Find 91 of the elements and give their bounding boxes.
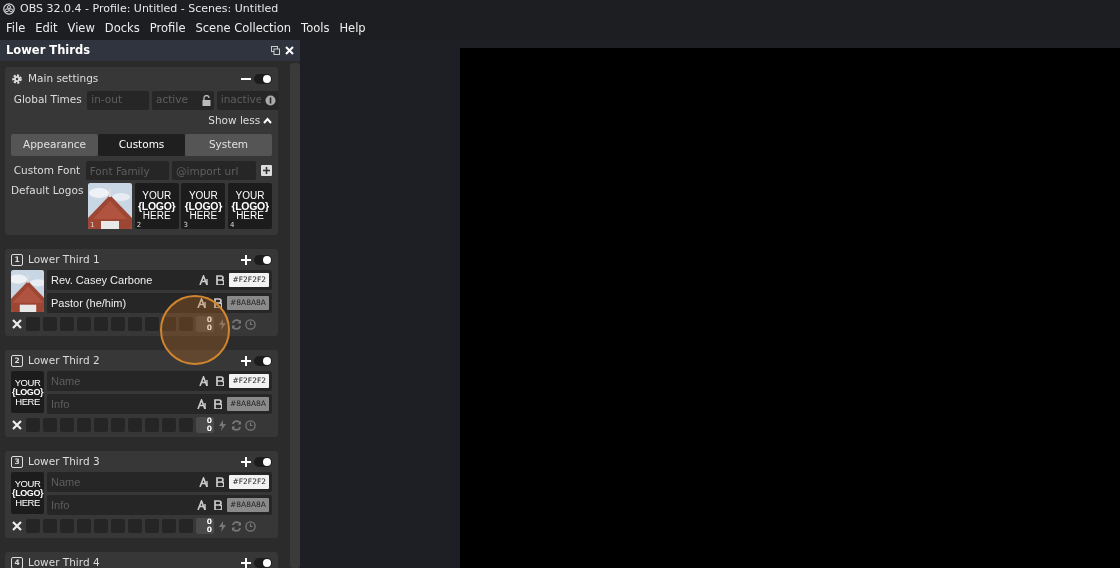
add-icon[interactable] bbox=[241, 356, 252, 366]
menu-item[interactable]: Docks bbox=[104, 20, 140, 38]
app-logo-icon bbox=[3, 3, 15, 15]
text-field[interactable]: Name bbox=[47, 473, 200, 491]
shortcut-slot[interactable] bbox=[162, 317, 176, 331]
logo-text: {LOGO} bbox=[12, 387, 44, 397]
logo-text: {LOGO} bbox=[12, 488, 44, 498]
font-icon[interactable] bbox=[199, 477, 211, 487]
section-title: Lower Third 4 bbox=[28, 555, 100, 568]
menu-item[interactable]: Edit bbox=[35, 20, 58, 38]
show-less-button[interactable]: Show less bbox=[208, 112, 272, 129]
font-icon[interactable] bbox=[197, 399, 208, 409]
delete-icon[interactable] bbox=[11, 520, 23, 532]
field-label: Global Times bbox=[12, 92, 82, 108]
tab[interactable]: Appearance bbox=[11, 133, 98, 156]
menu-item[interactable]: View bbox=[67, 20, 95, 38]
section-title: Lower Third 1 bbox=[28, 252, 100, 268]
toggle-switch[interactable] bbox=[254, 74, 272, 84]
lock-icon bbox=[202, 94, 211, 106]
menu-item[interactable]: Profile bbox=[149, 20, 186, 38]
section-title: Main settings bbox=[28, 71, 99, 87]
bold-icon[interactable] bbox=[216, 275, 225, 285]
logo-thumbnail[interactable] bbox=[11, 270, 45, 312]
logo-text: YOUR bbox=[235, 190, 265, 201]
bold-icon[interactable] bbox=[216, 477, 225, 487]
bold-icon[interactable] bbox=[214, 298, 222, 308]
text-field[interactable]: Rev. Casey Carbone bbox=[47, 271, 200, 289]
delete-icon[interactable] bbox=[11, 419, 23, 431]
chevron-up-icon bbox=[263, 116, 272, 124]
time-field[interactable]: active bbox=[152, 92, 202, 109]
logo-text: HERE bbox=[189, 211, 218, 222]
refresh-icon[interactable] bbox=[231, 318, 242, 330]
lightning-icon[interactable] bbox=[217, 520, 228, 532]
lightning-icon[interactable] bbox=[217, 419, 228, 431]
logo-text: HERE bbox=[236, 211, 264, 222]
refresh-icon[interactable] bbox=[231, 419, 242, 431]
field-label: Default Logos bbox=[11, 183, 84, 198]
toggle-switch[interactable] bbox=[254, 457, 272, 467]
dock-title: Lower Thirds bbox=[6, 41, 91, 59]
bold-icon[interactable] bbox=[214, 399, 222, 409]
clock-icon[interactable] bbox=[245, 520, 256, 532]
logo-text: {LOGO} bbox=[231, 200, 269, 212]
logo-text: YOUR bbox=[14, 378, 41, 388]
delete-icon[interactable] bbox=[11, 318, 23, 330]
clock-icon[interactable] bbox=[245, 419, 256, 431]
font-icon[interactable] bbox=[199, 376, 211, 386]
font-icon[interactable] bbox=[199, 275, 211, 285]
section-title: Lower Third 3 bbox=[28, 454, 100, 470]
close-icon[interactable] bbox=[285, 46, 294, 55]
clock-icon[interactable] bbox=[245, 318, 256, 330]
info-icon bbox=[264, 94, 276, 106]
bold-icon[interactable] bbox=[214, 500, 222, 510]
toggle-switch[interactable] bbox=[254, 255, 272, 265]
tab[interactable]: Customs bbox=[98, 133, 185, 156]
toggle-switch[interactable] bbox=[254, 356, 272, 366]
bold-icon[interactable] bbox=[216, 376, 225, 386]
add-icon[interactable] bbox=[241, 457, 252, 467]
add-font-button[interactable] bbox=[261, 165, 272, 177]
menu-item[interactable]: Scene Collection bbox=[195, 20, 292, 38]
add-icon bbox=[263, 167, 271, 175]
logo-text: HERE bbox=[142, 211, 171, 222]
text-field[interactable]: Font Family bbox=[85, 161, 170, 181]
font-icon[interactable] bbox=[197, 500, 208, 510]
text-field[interactable]: Name bbox=[47, 372, 200, 390]
logo-text: YOUR bbox=[14, 479, 41, 489]
section-title: Lower Third 2 bbox=[28, 353, 100, 369]
input-field[interactable]: active bbox=[152, 90, 214, 110]
logo-thumbnail[interactable]: YOUR {LOGO} HERE bbox=[11, 472, 45, 514]
add-icon[interactable] bbox=[241, 255, 252, 265]
refresh-icon[interactable] bbox=[231, 520, 242, 532]
text-field[interactable]: Pastor (he/him) bbox=[47, 294, 197, 312]
tab[interactable]: System bbox=[185, 133, 272, 156]
lightning-icon[interactable] bbox=[217, 318, 228, 330]
font-icon[interactable] bbox=[197, 298, 208, 308]
toggle-switch[interactable] bbox=[254, 558, 272, 568]
float-icon[interactable] bbox=[270, 46, 280, 55]
scrollbar[interactable] bbox=[290, 63, 300, 568]
logo-text: YOUR bbox=[188, 190, 218, 201]
add-icon[interactable] bbox=[241, 558, 252, 568]
logo-text: HERE bbox=[15, 396, 40, 406]
logo-thumbnail[interactable]: YOUR {LOGO} HERE bbox=[11, 371, 45, 413]
menu-item[interactable]: File bbox=[6, 20, 26, 38]
logo-text: YOUR bbox=[142, 190, 172, 201]
logo-text: {LOGO} bbox=[138, 200, 176, 212]
menu-item[interactable]: Tools bbox=[301, 20, 330, 38]
field-label: Custom Font bbox=[12, 162, 81, 178]
window-title: OBS 32.0.4 - Profile: Untitled - Scenes: Untitled bbox=[20, 0, 279, 17]
logo-text: {LOGO} bbox=[184, 200, 222, 212]
logo-text: HERE bbox=[15, 497, 40, 507]
gear-icon bbox=[11, 73, 23, 85]
menu-item[interactable]: Help bbox=[339, 20, 366, 38]
